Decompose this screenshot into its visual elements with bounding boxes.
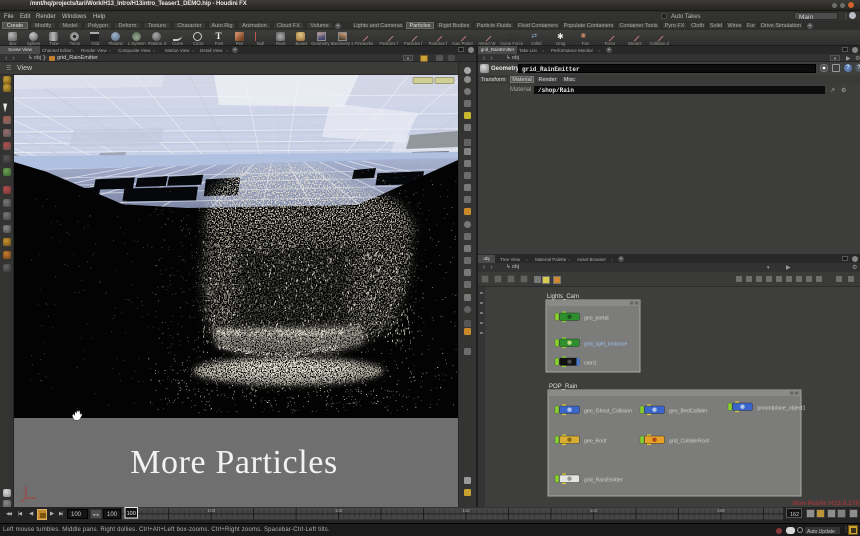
svg-text:geo_portal: geo_portal: [584, 316, 609, 322]
svg-text:grid_RainEmitter: grid_RainEmitter: [584, 478, 623, 484]
svg-text:144: 144: [590, 508, 598, 513]
svg-text:132: 132: [462, 508, 470, 513]
svg-text:cam1: cam1: [584, 361, 597, 367]
svg-text:geo_Roof: geo_Roof: [584, 439, 607, 445]
svg-text:Lights_Cam: Lights_Cam: [547, 294, 579, 300]
svg-text:More Particles: More Particles: [130, 444, 338, 481]
svg-text:108: 108: [207, 508, 215, 513]
svg-text:Non-Public H13.0.178: Non-Public H13.0.178: [793, 500, 859, 507]
svg-text:grid_ColliderRoof: grid_ColliderRoof: [669, 439, 710, 445]
svg-text:120: 120: [335, 508, 343, 513]
svg-text:geo_BedCollider: geo_BedCollider: [669, 409, 708, 415]
svg-text:geo_Ghost_Collision: geo_Ghost_Collision: [584, 409, 632, 415]
svg-text:y: y: [23, 487, 25, 492]
svg-text:156: 156: [717, 508, 725, 513]
svg-text:100: 100: [127, 511, 136, 517]
svg-text:POP_Rain: POP_Rain: [549, 384, 577, 390]
svg-text:groundplane_object1: groundplane_object1: [757, 406, 806, 412]
svg-text:grid_light_instance: grid_light_instance: [584, 342, 627, 348]
